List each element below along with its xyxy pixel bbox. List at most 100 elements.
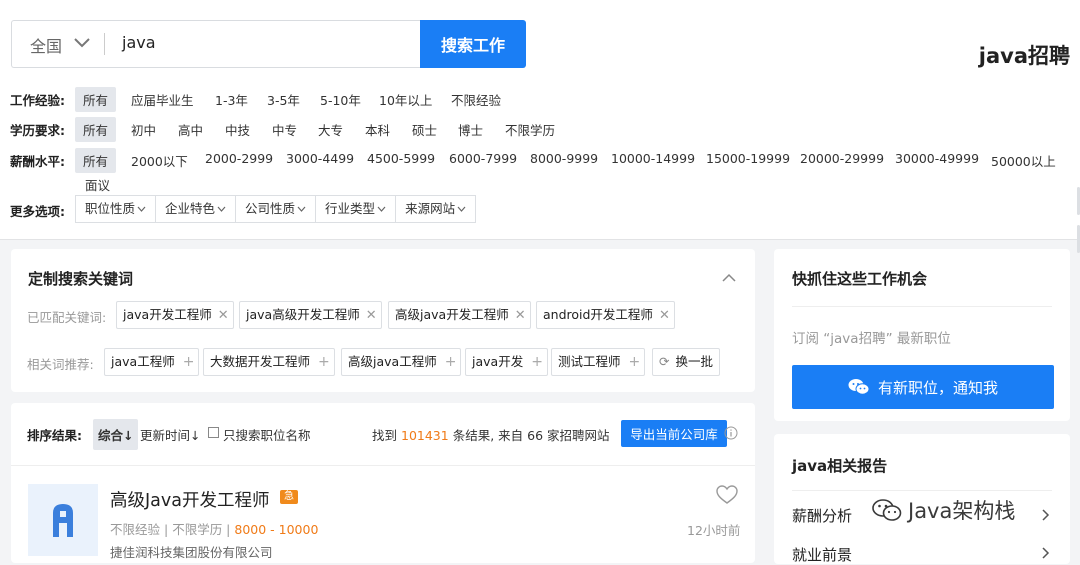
related-keyword-chip[interactable]: 测试工程师 + bbox=[551, 348, 646, 376]
filter-option[interactable]: 高中 bbox=[178, 120, 203, 139]
filter-option[interactable]: 3000-4499 bbox=[286, 151, 354, 166]
filter-option[interactable]: 8000-9999 bbox=[530, 151, 598, 166]
chevron-down-icon bbox=[217, 206, 226, 212]
only-title-label[interactable]: 只搜索职位名称 bbox=[223, 425, 311, 444]
filter-option[interactable]: 硕士 bbox=[412, 120, 437, 139]
company-logo[interactable] bbox=[28, 484, 98, 556]
only-title-checkbox[interactable] bbox=[208, 427, 219, 438]
chevron-right-icon[interactable] bbox=[1042, 547, 1050, 559]
matched-keyword-chip[interactable]: java高级开发工程师 ✕ bbox=[239, 301, 382, 329]
refresh-button[interactable]: ⟳ 换一批 bbox=[652, 348, 720, 376]
filter-option[interactable]: 30000-49999 bbox=[895, 151, 979, 166]
related-keyword-chip[interactable]: java开发 + bbox=[465, 348, 548, 376]
more-option-company-feature[interactable]: 企业特色 bbox=[156, 196, 237, 222]
filter-option[interactable]: 应届毕业生 bbox=[131, 90, 194, 109]
related-keyword-chip[interactable]: java工程师 + bbox=[104, 348, 200, 376]
plus-icon[interactable]: + bbox=[445, 354, 457, 370]
related-keyword-chip[interactable]: 高级java工程师 + bbox=[341, 348, 462, 376]
chevron-down-icon bbox=[457, 206, 466, 212]
chevron-down-icon bbox=[297, 206, 306, 212]
more-option-company-type[interactable]: 公司性质 bbox=[236, 196, 317, 222]
chip-label: java工程师 bbox=[111, 354, 175, 369]
filter-option[interactable]: 不限学历 bbox=[505, 120, 555, 139]
close-icon[interactable]: ✕ bbox=[515, 308, 526, 323]
search-button[interactable]: 搜索工作 bbox=[420, 20, 526, 68]
matched-keyword-chip[interactable]: java开发工程师 ✕ bbox=[116, 301, 234, 329]
filter-option[interactable]: 所有 bbox=[75, 117, 117, 142]
chevron-up-icon[interactable] bbox=[722, 273, 736, 282]
results-summary: 找到 101431 条结果, 来自 66 家招聘网站 bbox=[372, 425, 610, 444]
filter-option[interactable]: 初中 bbox=[131, 120, 156, 139]
opportunity-title: 快抓住这些工作机会 bbox=[792, 270, 928, 288]
matched-keywords-row: 已匹配关键词: java开发工程师 ✕ java高级开发工程师 ✕ 高级java开发… bbox=[27, 301, 747, 329]
filter-option[interactable]: 2000以下 bbox=[131, 151, 188, 170]
refresh-icon: ⟳ bbox=[659, 354, 670, 369]
more-option-label: 公司性质 bbox=[245, 201, 296, 216]
filter-option[interactable]: 大专 bbox=[318, 120, 343, 139]
sort-option-default[interactable]: 综合↓ bbox=[93, 419, 139, 450]
search-box[interactable]: 全国 java bbox=[11, 20, 421, 68]
filter-option[interactable]: 1-3年 bbox=[215, 90, 248, 109]
job-title[interactable]: 高级Java开发工程师 bbox=[110, 487, 269, 512]
matched-keyword-chip[interactable]: 高级java开发工程师 ✕ bbox=[388, 301, 531, 329]
filter-option[interactable]: 博士 bbox=[458, 120, 483, 139]
sort-option-updated[interactable]: 更新时间↓ bbox=[140, 425, 200, 444]
filter-option[interactable]: 50000以上 bbox=[991, 151, 1056, 170]
related-keyword-chip[interactable]: 大数据开发工程师 + bbox=[203, 348, 335, 376]
plus-icon[interactable]: + bbox=[318, 354, 330, 370]
close-icon[interactable]: ✕ bbox=[366, 308, 377, 323]
city-selector[interactable]: 全国 bbox=[30, 33, 62, 57]
report-item-salary[interactable]: 薪酬分析 bbox=[792, 505, 852, 526]
heart-icon[interactable] bbox=[716, 485, 738, 505]
filter-label: 工作经验: bbox=[10, 93, 65, 108]
filter-option[interactable]: 4500-5999 bbox=[367, 151, 435, 166]
close-icon[interactable]: ✕ bbox=[218, 308, 229, 323]
filter-option[interactable]: 10年以上 bbox=[379, 90, 432, 109]
filter-option[interactable]: 中专 bbox=[272, 120, 297, 139]
opportunity-card: 快抓住这些工作机会 订阅 “java招聘” 最新职位 有新职位，通知我 bbox=[774, 249, 1070, 421]
matched-keyword-chip[interactable]: android开发工程师 ✕ bbox=[536, 301, 675, 329]
more-option-industry[interactable]: 行业类型 bbox=[316, 196, 397, 222]
export-company-button[interactable]: 导出当前公司库 bbox=[621, 420, 727, 447]
more-options-group: 职位性质 企业特色 公司性质 行业类型 来源网站 bbox=[75, 195, 477, 223]
results-card: 排序结果: 综合↓ 更新时间↓ 只搜索职位名称 找到 101431 条结果, 来… bbox=[11, 403, 755, 563]
filter-row-experience: 工作经验: 所有 应届毕业生 1-3年 3-5年 5-10年 10年以上 不限经… bbox=[10, 87, 530, 112]
filter-option[interactable]: 面议 bbox=[85, 175, 110, 194]
report-item-prospects[interactable]: 就业前景 bbox=[792, 544, 852, 565]
notify-button[interactable]: 有新职位，通知我 bbox=[792, 365, 1054, 409]
divider bbox=[792, 306, 1052, 307]
close-icon[interactable]: ✕ bbox=[659, 308, 670, 323]
filter-option[interactable]: 20000-29999 bbox=[800, 151, 884, 166]
filter-option[interactable]: 本科 bbox=[365, 120, 390, 139]
job-company[interactable]: 捷佳润科技集团股份有限公司 bbox=[110, 542, 273, 561]
filter-option[interactable]: 6000-7999 bbox=[449, 151, 517, 166]
plus-icon[interactable]: + bbox=[629, 354, 641, 370]
plus-icon[interactable]: + bbox=[531, 354, 543, 370]
filter-option[interactable]: 5-10年 bbox=[320, 90, 361, 109]
summary-middle: 条结果, 来自 bbox=[452, 428, 524, 443]
filter-option[interactable]: 所有 bbox=[75, 148, 117, 173]
more-option-source-site[interactable]: 来源网站 bbox=[396, 196, 475, 222]
chevron-down-icon bbox=[377, 206, 386, 212]
plus-icon[interactable]: + bbox=[183, 354, 195, 370]
filter-option[interactable]: 3-5年 bbox=[267, 90, 300, 109]
filter-option[interactable]: 15000-19999 bbox=[706, 151, 790, 166]
chevron-down-icon[interactable] bbox=[74, 36, 90, 50]
more-option-label: 职位性质 bbox=[85, 201, 136, 216]
chip-label: java开发 bbox=[472, 354, 524, 369]
wechat-icon bbox=[848, 379, 870, 395]
reports-title: java相关报告 bbox=[792, 457, 888, 475]
filter-option[interactable]: 中技 bbox=[225, 120, 250, 139]
more-option-job-type[interactable]: 职位性质 bbox=[76, 196, 157, 222]
more-option-label: 来源网站 bbox=[405, 201, 456, 216]
chevron-right-icon[interactable] bbox=[1042, 509, 1050, 521]
watermark-text: Java架构栈 bbox=[908, 499, 1016, 523]
info-icon[interactable] bbox=[724, 426, 738, 440]
related-keywords-row: 相关词推荐: java工程师 + 大数据开发工程师 + 高级java工程师 + jav… bbox=[27, 348, 747, 376]
filter-option[interactable]: 不限经验 bbox=[451, 90, 501, 109]
search-input[interactable]: java bbox=[122, 33, 156, 52]
filter-option[interactable]: 所有 bbox=[75, 87, 117, 112]
filter-option[interactable]: 10000-14999 bbox=[611, 151, 695, 166]
sites-count: 66 bbox=[527, 428, 544, 443]
filter-option[interactable]: 2000-2999 bbox=[205, 151, 273, 166]
